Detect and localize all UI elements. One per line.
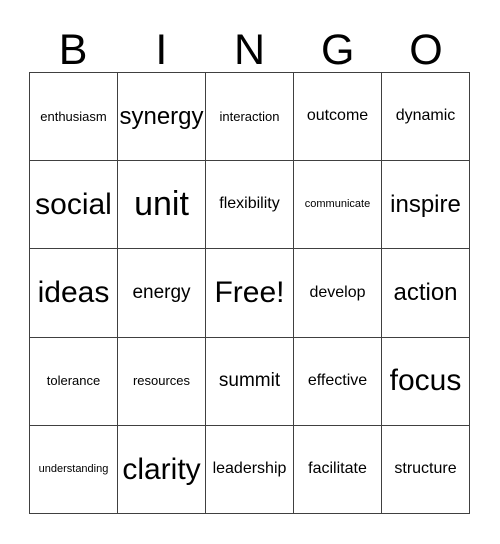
bingo-cell[interactable]: resources [118, 337, 206, 426]
bingo-cell[interactable]: social [30, 161, 118, 250]
bingo-cell-label: Free! [214, 276, 285, 310]
bingo-header-letter-o: O [409, 26, 443, 74]
bingo-cell[interactable]: facilitate [294, 425, 382, 514]
bingo-cell[interactable]: tolerance [30, 337, 118, 426]
bingo-cell-label: communicate [304, 198, 371, 211]
bingo-cell[interactable]: dynamic [382, 73, 470, 162]
bingo-header-letter-n: N [233, 26, 266, 74]
bingo-cell-label: synergy [119, 103, 204, 130]
bingo-cell-label: facilitate [308, 459, 367, 477]
bingo-cell[interactable]: energy [118, 249, 206, 338]
bingo-cell-label: clarity [122, 452, 201, 486]
bingo-cell-label: energy [132, 282, 191, 304]
bingo-cell[interactable]: ideas [30, 249, 118, 338]
bingo-cell-label: unit [134, 184, 189, 223]
bingo-cell-label: tolerance [46, 373, 101, 389]
bingo-header-letter-i: I [155, 26, 168, 74]
bingo-card: B I N G O enthusiasm synergy interaction ou… [0, 0, 500, 544]
bingo-cell-label: social [35, 188, 112, 222]
bingo-cell[interactable]: enthusiasm [30, 73, 118, 162]
bingo-cell[interactable]: leadership [206, 425, 294, 514]
bingo-cell-label: interaction [219, 108, 280, 124]
bingo-cell-label: outcome [306, 107, 369, 125]
bingo-free-space[interactable]: Free! [206, 249, 294, 338]
bingo-cell[interactable]: effective [294, 337, 382, 426]
bingo-cell[interactable]: unit [118, 161, 206, 250]
bingo-cell[interactable]: summit [206, 337, 294, 426]
bingo-cell-label: ideas [37, 276, 110, 310]
bingo-cell-label: focus [389, 364, 462, 398]
bingo-cell-label: leadership [212, 459, 287, 477]
bingo-cell-label: action [393, 279, 458, 307]
bingo-cell[interactable]: flexibility [206, 161, 294, 250]
bingo-cell[interactable]: focus [382, 337, 470, 426]
bingo-cell-label: understanding [38, 462, 109, 475]
bingo-cell-label: flexibility [219, 195, 280, 213]
bingo-cell[interactable]: outcome [294, 73, 382, 162]
bingo-cell-label: inspire [390, 191, 461, 219]
bingo-cell-label: resources [132, 373, 191, 389]
bingo-cell-label: summit [218, 370, 281, 392]
bingo-cell-label: dynamic [395, 107, 456, 125]
bingo-cell[interactable]: action [382, 249, 470, 338]
bingo-cell[interactable]: synergy [118, 73, 206, 162]
bingo-cell[interactable]: structure [382, 425, 470, 514]
bingo-cell-label: effective [307, 371, 368, 389]
bingo-grid: enthusiasm synergy interaction outcome dynam… [29, 72, 470, 514]
bingo-header-row: B I N G O [29, 14, 470, 72]
bingo-cell-label: develop [309, 283, 366, 301]
bingo-cell-label: enthusiasm [40, 108, 107, 124]
bingo-header-letter-g: G [320, 26, 355, 74]
bingo-header-letter-b: B [58, 26, 88, 74]
bingo-cell[interactable]: communicate [294, 161, 382, 250]
bingo-cell[interactable]: understanding [30, 425, 118, 514]
bingo-cell[interactable]: interaction [206, 73, 294, 162]
bingo-cell[interactable]: clarity [118, 425, 206, 514]
bingo-cell[interactable]: inspire [382, 161, 470, 250]
bingo-cell-label: structure [394, 459, 457, 477]
bingo-cell[interactable]: develop [294, 249, 382, 338]
